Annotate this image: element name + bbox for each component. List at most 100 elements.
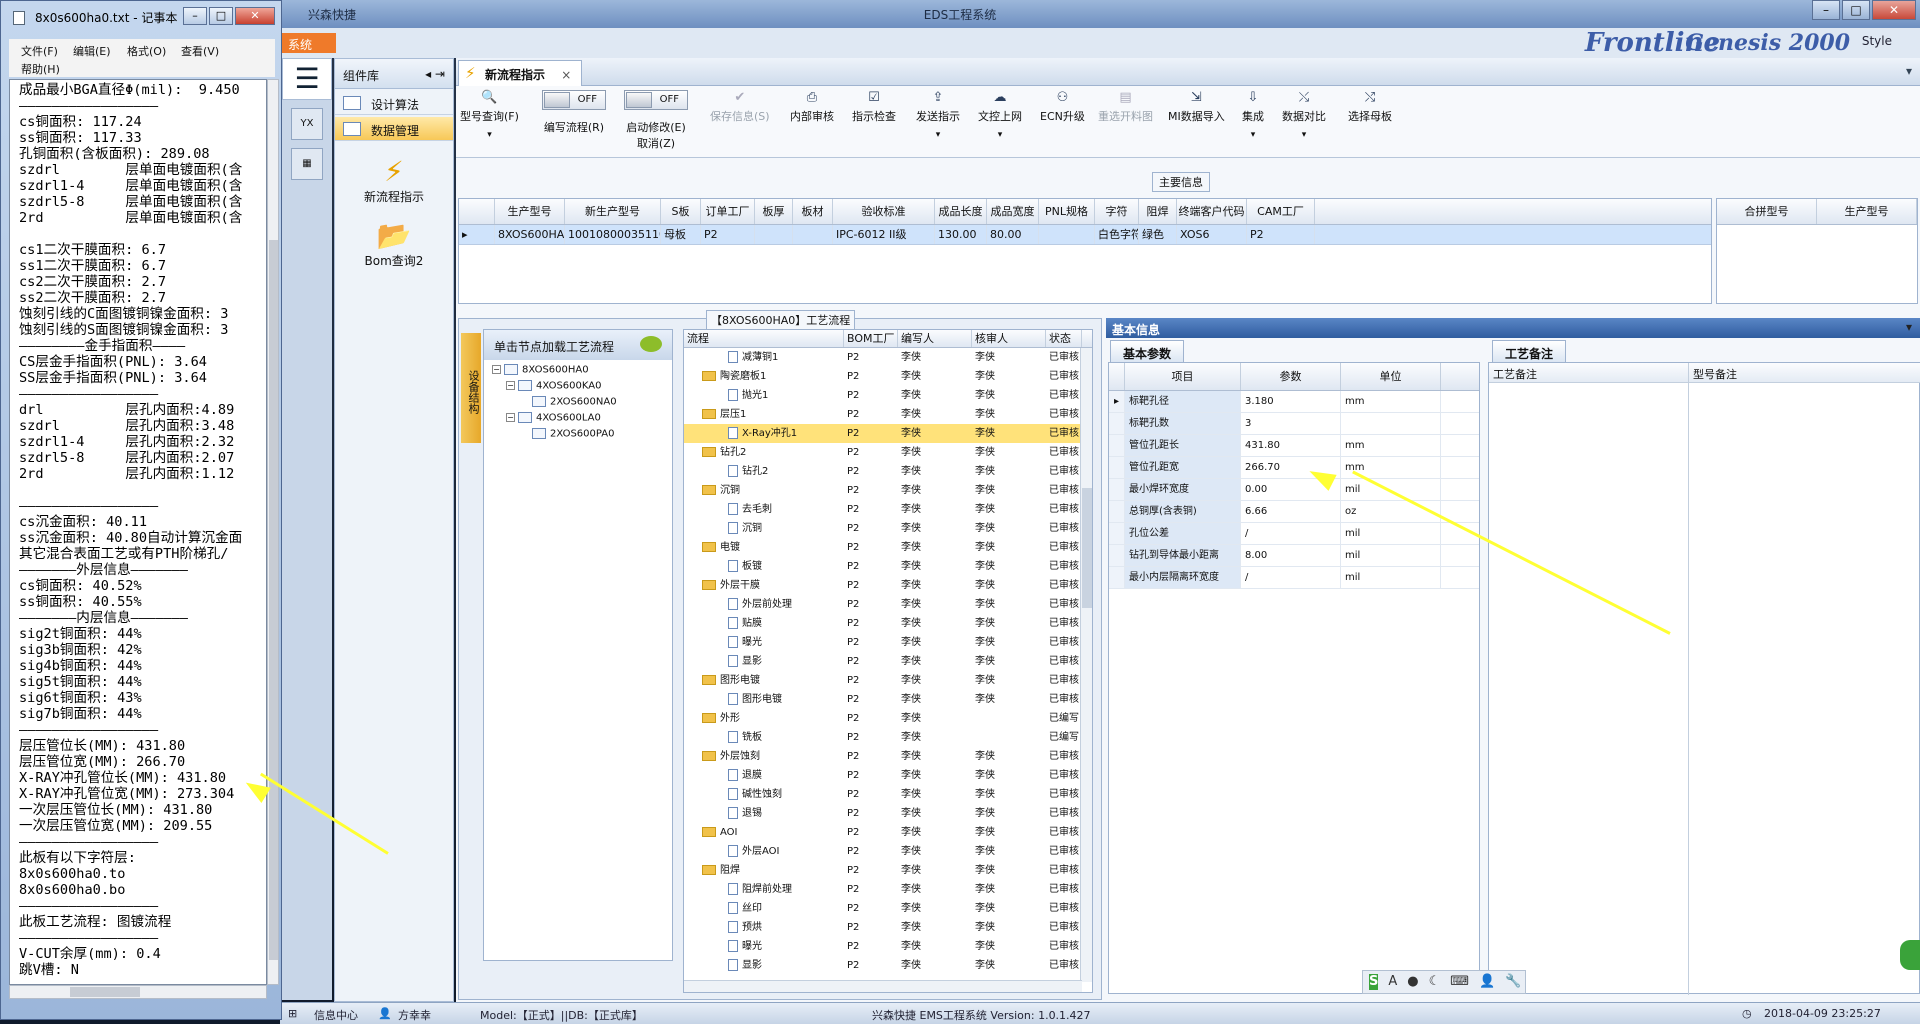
toolbar-button-sublabel[interactable]: 取消(Z): [624, 135, 688, 151]
table-row[interactable]: ▸ 标靶孔径 3.180 mm: [1109, 391, 1479, 413]
list-item[interactable]: 铣板 P2 李侠 已编写: [684, 728, 1092, 747]
list-item[interactable]: 板镀 P2 李侠 李侠 已审核: [684, 557, 1092, 576]
table-cell[interactable]: [755, 225, 793, 244]
bom-query-launcher[interactable]: 📂 Bom查询2: [335, 219, 453, 269]
table-cell[interactable]: 白色字符: [1095, 225, 1139, 244]
device-structure-tab[interactable]: 设备结构: [461, 333, 481, 443]
toolbar-button[interactable]: ⇲ MI数据导入: [1168, 90, 1225, 124]
list-item[interactable]: 陶瓷磨板1 P2 李侠 李侠 已审核: [684, 367, 1092, 386]
toolbar-button[interactable]: ☑ 指示检查: [852, 90, 896, 124]
menu-view[interactable]: 查看(V): [181, 43, 219, 59]
column-header[interactable]: 生产型号: [1817, 199, 1917, 224]
tab-list-arrow-icon[interactable]: ▾: [1906, 64, 1912, 78]
component-item-algorithm[interactable]: 设计算法: [335, 91, 453, 115]
table-cell[interactable]: 8XOS600HA0: [495, 225, 565, 244]
column-header[interactable]: 项目: [1125, 363, 1241, 390]
list-item[interactable]: 退膜 P2 李侠 李侠 已审核: [684, 766, 1092, 785]
column-header[interactable]: 字符: [1095, 199, 1139, 224]
chevron-down-icon[interactable]: ▾: [460, 130, 519, 140]
toolbar-button[interactable]: ✔ 保存信息(S): [710, 90, 770, 124]
vertical-scrollbar[interactable]: [267, 79, 279, 985]
chevron-down-icon[interactable]: ▾: [1282, 130, 1326, 140]
windows-icon[interactable]: ⊞: [288, 1007, 297, 1020]
tree-node[interactable]: 2XOS600PA0: [532, 428, 614, 440]
column-header[interactable]: S板: [661, 199, 701, 224]
toolbar-button[interactable]: ⤭ 选择母板: [1348, 90, 1392, 124]
table-row[interactable]: 管位孔距宽 266.70 mm: [1109, 457, 1479, 479]
style-menu[interactable]: Style: [1862, 34, 1892, 48]
font-icon[interactable]: A: [1388, 974, 1397, 990]
row-indicator-icon[interactable]: ▸: [1109, 391, 1125, 412]
table-cell[interactable]: 431.80: [1241, 435, 1341, 456]
column-header[interactable]: 成品宽度: [987, 199, 1039, 224]
row-indicator-icon[interactable]: [1109, 545, 1125, 566]
new-flow-launcher[interactable]: ⚡ 新流程指示: [335, 155, 453, 205]
tab-basic-params[interactable]: 基本参数: [1110, 340, 1185, 362]
table-row[interactable]: 孔位公差 / mil: [1109, 523, 1479, 545]
column-header[interactable]: 核审人: [972, 330, 1046, 347]
table-cell[interactable]: 3.180: [1241, 391, 1341, 412]
column-header[interactable]: 合拼型号: [1717, 199, 1817, 224]
table-cell[interactable]: 130.00: [935, 225, 987, 244]
table-cell[interactable]: /: [1241, 523, 1341, 544]
hamburger-menu-icon[interactable]: ☰: [282, 58, 332, 100]
keyboard-icon[interactable]: ⌨: [1450, 974, 1469, 990]
comment-icon[interactable]: [640, 336, 662, 352]
table-cell[interactable]: 10010800035110: [565, 225, 661, 244]
close-button[interactable]: ✕: [1872, 0, 1916, 20]
table-row[interactable]: 最小焊环宽度 0.00 mil: [1109, 479, 1479, 501]
column-header[interactable]: 型号备注: [1689, 363, 1920, 383]
column-header[interactable]: 生产型号: [495, 199, 565, 224]
list-item[interactable]: 阻焊前处理 P2 李侠 李侠 已审核: [684, 880, 1092, 899]
menu-format[interactable]: 格式(O): [127, 43, 166, 59]
column-header[interactable]: 单位: [1341, 363, 1441, 390]
chevron-down-icon[interactable]: ▾: [916, 130, 960, 140]
list-item[interactable]: 去毛刺 P2 李侠 李侠 已审核: [684, 500, 1092, 519]
list-item[interactable]: 外形 P2 李侠 已编写: [684, 709, 1092, 728]
toolbar-button[interactable]: ⚇ ECN升级: [1040, 90, 1085, 124]
table-cell[interactable]: 8.00: [1241, 545, 1341, 566]
chevron-down-icon[interactable]: ▾: [1906, 320, 1912, 334]
table-row[interactable]: 钻孔到导体最小距离 8.00 mil: [1109, 545, 1479, 567]
yx-icon[interactable]: YX: [291, 108, 323, 140]
list-item[interactable]: 电镀 P2 李侠 李侠 已审核: [684, 538, 1092, 557]
toolbar-button[interactable]: OFF 启动修改(E) 取消(Z): [624, 90, 688, 151]
wrench-icon[interactable]: 🔧: [1505, 974, 1521, 990]
app-tray-icon[interactable]: S: [1369, 974, 1379, 990]
toggle-switch[interactable]: OFF: [542, 90, 606, 110]
column-header[interactable]: 阻焊: [1139, 199, 1177, 224]
column-header[interactable]: 工艺备注: [1489, 363, 1688, 383]
list-item[interactable]: 抛光1 P2 李侠 李侠 已审核: [684, 386, 1092, 405]
list-item[interactable]: 显影 P2 李侠 李侠 已审核: [684, 652, 1092, 671]
tab-close-icon[interactable]: ×: [561, 68, 571, 82]
bg-tab-label[interactable]: 兴森快捷: [308, 6, 356, 23]
table-cell[interactable]: [793, 225, 833, 244]
column-header[interactable]: 成品长度: [935, 199, 987, 224]
minimize-button[interactable]: –: [1812, 0, 1840, 20]
close-button[interactable]: ✕: [235, 7, 275, 25]
table-cell[interactable]: [1039, 225, 1095, 244]
column-header[interactable]: 板材: [793, 199, 833, 224]
horizontal-scrollbar[interactable]: [9, 985, 267, 999]
column-header[interactable]: 验收标准: [833, 199, 935, 224]
notepad-text-area[interactable]: 成品最小BGA直径Φ(mil): 9.450 ————————————————— c…: [9, 79, 267, 985]
list-item[interactable]: 层压1 P2 李侠 李侠 已审核: [684, 405, 1092, 424]
maximize-button[interactable]: □: [1842, 0, 1870, 20]
row-indicator-icon[interactable]: ▸: [459, 225, 495, 244]
table-cell[interactable]: 母板: [661, 225, 701, 244]
list-item[interactable]: 钻孔2 P2 李侠 李侠 已审核: [684, 462, 1092, 481]
horizontal-scrollbar[interactable]: [684, 980, 1082, 992]
list-item[interactable]: 外层前处理 P2 李侠 李侠 已审核: [684, 595, 1092, 614]
toggle-switch[interactable]: OFF: [624, 90, 688, 110]
table-cell[interactable]: 3: [1241, 413, 1341, 434]
component-item-data-management[interactable]: 数据管理: [335, 117, 453, 141]
list-item[interactable]: 曝光 P2 李侠 李侠 已审核: [684, 633, 1092, 652]
menu-file[interactable]: 文件(F): [21, 43, 58, 59]
row-indicator-icon[interactable]: [1109, 501, 1125, 522]
column-header[interactable]: 状态: [1046, 330, 1082, 347]
list-item[interactable]: 外层蚀刻 P2 李侠 李侠 已审核: [684, 747, 1092, 766]
table-row[interactable]: ▸ 8XOS600HA0 10010800035110 母板 P2 IPC-6012 II…: [459, 225, 1711, 245]
table-row[interactable]: 标靶孔数 3: [1109, 413, 1479, 435]
row-indicator-icon[interactable]: [1109, 523, 1125, 544]
toolbar-button[interactable]: OFF 编写流程(R): [542, 90, 606, 135]
